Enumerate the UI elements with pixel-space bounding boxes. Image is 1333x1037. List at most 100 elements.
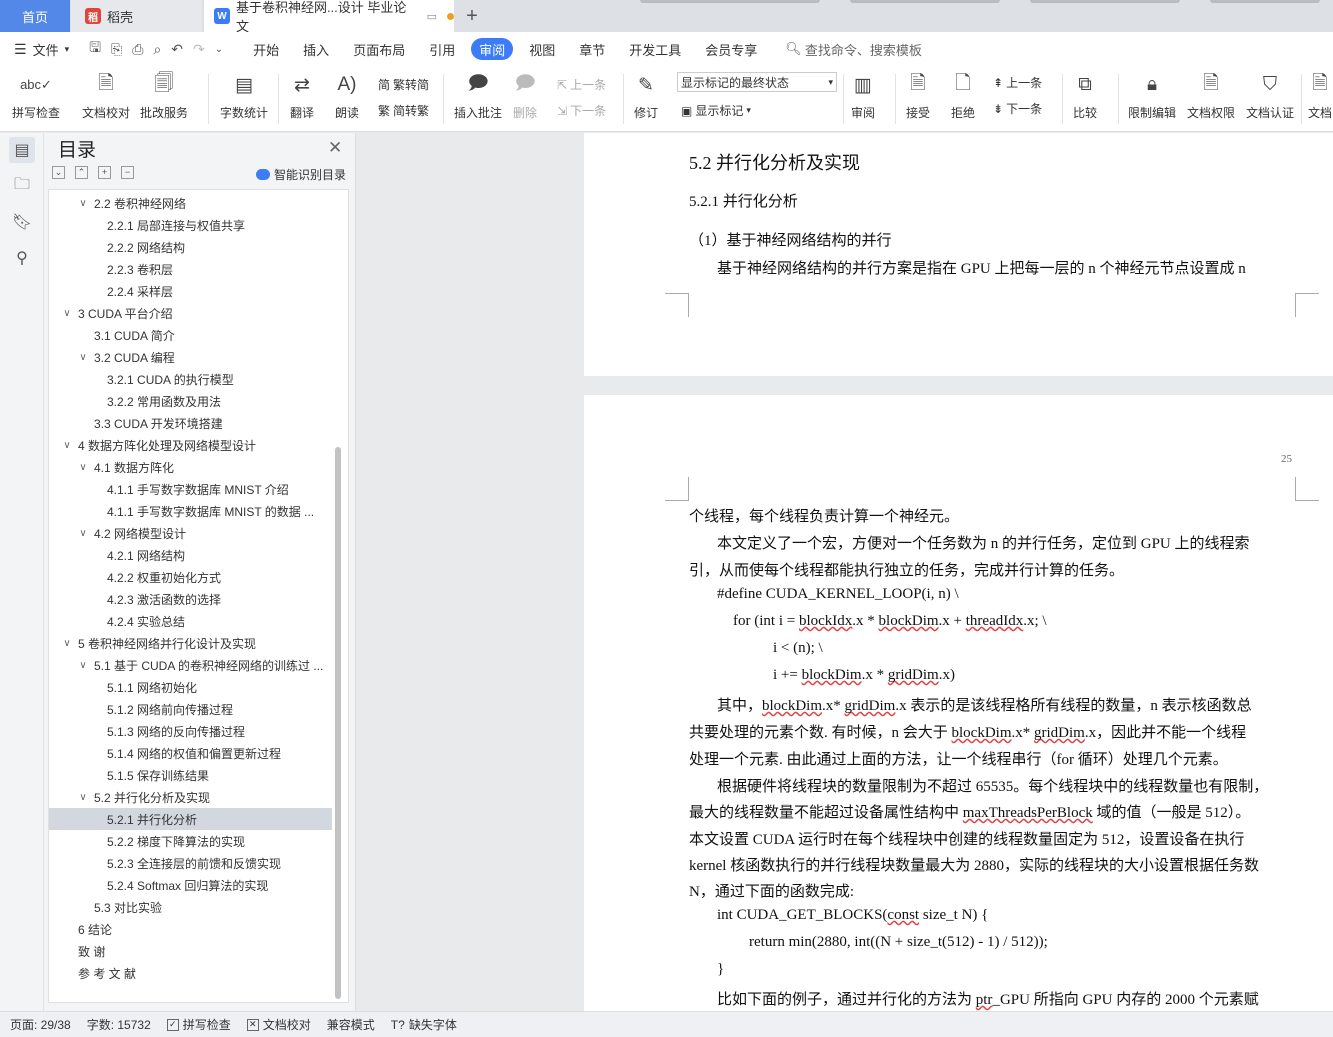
redo-icon[interactable]: ↷ bbox=[193, 41, 205, 58]
next-comment-button[interactable]: ⇲ 下一条 bbox=[557, 102, 606, 119]
word-count-button[interactable]: ▤ 字数统计 bbox=[220, 72, 268, 121]
compat-mode[interactable]: 兼容模式 bbox=[327, 1016, 375, 1033]
compare-button[interactable]: ⧉ 比较 bbox=[1072, 72, 1098, 121]
proof-status[interactable]: ✕ 文档校对 bbox=[246, 1016, 311, 1033]
toc-item[interactable]: 5.1.2 网络前向传播过程 bbox=[49, 698, 332, 720]
export-icon[interactable]: ⎘ bbox=[111, 41, 122, 58]
toc-pane-icon[interactable]: ▤ bbox=[9, 137, 35, 163]
toc-item[interactable]: 3.1 CUDA 简介 bbox=[49, 324, 332, 346]
doc-proof-button[interactable]: 🗎 文档校对 bbox=[82, 72, 130, 121]
menu-tab[interactable]: 视图 bbox=[517, 38, 567, 60]
tab-document[interactable]: W 基于卷积神经网...设计 毕业论文 ▭ bbox=[204, 0, 454, 34]
remove-icon[interactable]: − bbox=[121, 166, 134, 179]
toc-item[interactable]: 4.2.2 权重初始化方式 bbox=[49, 566, 332, 588]
page-indicator[interactable]: 页面: 29/38 bbox=[10, 1016, 71, 1033]
doc-more-button[interactable]: 🗎 文档 bbox=[1307, 72, 1333, 121]
file-menu[interactable]: ☰ 文件 ▾ bbox=[0, 38, 79, 60]
add-icon[interactable]: + bbox=[98, 166, 111, 179]
toc-item[interactable]: ∨ 5.2 并行化分析及实现 bbox=[49, 786, 332, 808]
smart-toc-button[interactable]: 智能识别目录 bbox=[256, 166, 346, 183]
menu-tab[interactable]: 章节 bbox=[567, 38, 617, 60]
missing-font-status[interactable]: T? 缺失字体 bbox=[391, 1016, 457, 1033]
doc-permission-button[interactable]: 🗎 文档权限 bbox=[1187, 72, 1235, 121]
toc-item[interactable]: ∨ 5.1 基于 CUDA 的卷积神经网络的训练过 ... bbox=[49, 654, 332, 676]
toc-item[interactable]: 4.1.1 手写数字数据库 MNIST 的数据 ... bbox=[49, 500, 332, 522]
menu-tab[interactable]: 开发工具 bbox=[617, 38, 693, 60]
menu-tab[interactable]: 会员专享 bbox=[693, 38, 769, 60]
print-preview-icon[interactable]: ⌕ bbox=[153, 41, 161, 58]
search-command[interactable]: 🔍︎ 查找命令、搜索模板 bbox=[775, 38, 932, 60]
chevron-down-icon[interactable]: ∨ bbox=[77, 528, 89, 539]
close-icon[interactable]: ✕ bbox=[328, 138, 342, 158]
track-changes-button[interactable]: ✎ 修订 bbox=[633, 72, 659, 121]
search-icon[interactable]: ⚲ bbox=[9, 245, 35, 271]
toc-item[interactable]: 5.2.3 全连接层的前馈和反馈实现 bbox=[49, 852, 332, 874]
show-markup-button[interactable]: ▣ 显示标记 ▾ bbox=[681, 102, 751, 119]
prev-comment-button[interactable]: ⇱ 上一条 bbox=[557, 76, 606, 93]
tab-daoke[interactable]: 稻 稻壳 bbox=[71, 0, 202, 32]
chevron-down-icon[interactable]: ∨ bbox=[77, 792, 89, 803]
toc-item[interactable]: ∨ 4 数据方阵化处理及网络模型设计 bbox=[49, 434, 332, 456]
save-icon[interactable]: 🖫 bbox=[89, 37, 101, 61]
translate-button[interactable]: ⇄ 翻译 bbox=[289, 72, 315, 121]
toc-item[interactable]: 4.2.4 实验总结 bbox=[49, 610, 332, 632]
chevron-down-icon[interactable]: ∨ bbox=[77, 352, 89, 363]
toc-item[interactable]: 2.2.4 采样层 bbox=[49, 280, 332, 302]
document-page[interactable]: 5.2 并行化分析及实现 5.2.1 并行化分析 （1）基于神经网络结构的并行 … bbox=[584, 133, 1333, 376]
tab-home[interactable]: 首页 bbox=[0, 0, 70, 32]
toc-item[interactable]: ∨ 4.1 数据方阵化 bbox=[49, 456, 332, 478]
toc-item[interactable]: 致 谢 bbox=[49, 940, 332, 962]
document-page[interactable]: 25 个线程，每个线程负责计算一个神经元。 本文定义了一个宏，方便对一个任务数为… bbox=[584, 395, 1333, 1011]
toc-item[interactable]: 3.3 CUDA 开发环境搭建 bbox=[49, 412, 332, 434]
document-canvas[interactable]: 5.2 并行化分析及实现 5.2.1 并行化分析 （1）基于神经网络结构的并行 … bbox=[357, 133, 1333, 1011]
menu-tab[interactable]: 开始 bbox=[241, 38, 291, 60]
chapter-nav-icon[interactable]: 🗀 bbox=[9, 173, 35, 199]
undo-icon[interactable]: ↶ bbox=[171, 41, 183, 58]
toc-item[interactable]: 5.2.1 并行化分析 bbox=[49, 808, 332, 830]
toc-item[interactable]: 3.2.1 CUDA 的执行模型 bbox=[49, 368, 332, 390]
simp-to-trad-button[interactable]: 繁简转繁 bbox=[378, 102, 429, 119]
menu-tab[interactable]: 审阅 bbox=[471, 38, 514, 60]
print-icon[interactable]: ⎙ bbox=[132, 41, 143, 58]
toc-item[interactable]: ∨ 5 卷积神经网络并行化设计及实现 bbox=[49, 632, 332, 654]
doc-cert-button[interactable]: ⛉ 文档认证 bbox=[1246, 72, 1294, 121]
collapse-all-icon[interactable]: ⌄ bbox=[52, 166, 65, 179]
toc-item[interactable]: 4.2.1 网络结构 bbox=[49, 544, 332, 566]
toc-item[interactable]: 5.1.4 网络的权值和偏置更新过程 bbox=[49, 742, 332, 764]
toc-item[interactable]: 4.2.3 激活函数的选择 bbox=[49, 588, 332, 610]
toc-item[interactable]: 6 结论 bbox=[49, 918, 332, 940]
toc-item[interactable]: 2.2.3 卷积层 bbox=[49, 258, 332, 280]
insert-comment-button[interactable]: 🗩 插入批注 bbox=[454, 72, 502, 121]
bookmark-icon[interactable]: 🔖︎ bbox=[9, 209, 35, 235]
toc-item[interactable]: 4.1.1 手写数字数据库 MNIST 介绍 bbox=[49, 478, 332, 500]
toc-item[interactable]: ∨ 3.2 CUDA 编程 bbox=[49, 346, 332, 368]
trad-to-simp-button[interactable]: 简繁转简 bbox=[378, 76, 429, 93]
spellcheck-button[interactable]: abc✓ 拼写检查 bbox=[12, 72, 60, 121]
chevron-down-icon[interactable]: ∨ bbox=[77, 660, 89, 671]
chevron-down-icon[interactable]: ∨ bbox=[77, 198, 89, 209]
more-icon[interactable]: ⌄ bbox=[215, 44, 223, 55]
chevron-down-icon[interactable]: ∨ bbox=[61, 638, 73, 649]
toc-item[interactable]: ∨ 3 CUDA 平台介绍 bbox=[49, 302, 332, 324]
next-change-button[interactable]: ⇟ 下一条 bbox=[993, 100, 1042, 117]
toc-item[interactable]: 5.1.5 保存训练结果 bbox=[49, 764, 332, 786]
delete-comment-button[interactable]: 🗩 删除 bbox=[512, 72, 538, 121]
markup-mode-select[interactable]: 显示标记的最终状态 ▾ bbox=[677, 72, 837, 92]
chevron-down-icon[interactable]: ∨ bbox=[61, 308, 73, 319]
spellcheck-status[interactable]: ✓ 拼写检查 bbox=[166, 1016, 231, 1033]
menu-tab[interactable]: 引用 bbox=[417, 38, 467, 60]
expand-all-icon[interactable]: ⌃ bbox=[75, 166, 88, 179]
toc-item[interactable]: 2.2.1 局部连接与权值共享 bbox=[49, 214, 332, 236]
menu-tab[interactable]: 插入 bbox=[291, 38, 341, 60]
toc-item[interactable]: 3.2.2 常用函数及用法 bbox=[49, 390, 332, 412]
toc-item[interactable]: 5.2.2 梯度下降算法的实现 bbox=[49, 830, 332, 852]
toc-item[interactable]: 参 考 文 献 bbox=[49, 962, 332, 984]
read-aloud-button[interactable]: A) 朗读 bbox=[334, 72, 360, 121]
toc-scrollbar[interactable] bbox=[335, 447, 341, 999]
restrict-edit-button[interactable]: 🔒︎ 限制编辑 bbox=[1128, 72, 1176, 121]
toc-item[interactable]: 5.3 对比实验 bbox=[49, 896, 332, 918]
accept-button[interactable]: 🗎 接受 bbox=[905, 72, 931, 121]
prev-change-button[interactable]: ⇞ 上一条 bbox=[993, 74, 1042, 91]
chevron-down-icon[interactable]: ∨ bbox=[77, 462, 89, 473]
review-service-button[interactable]: 🗐 批改服务 bbox=[140, 72, 188, 121]
